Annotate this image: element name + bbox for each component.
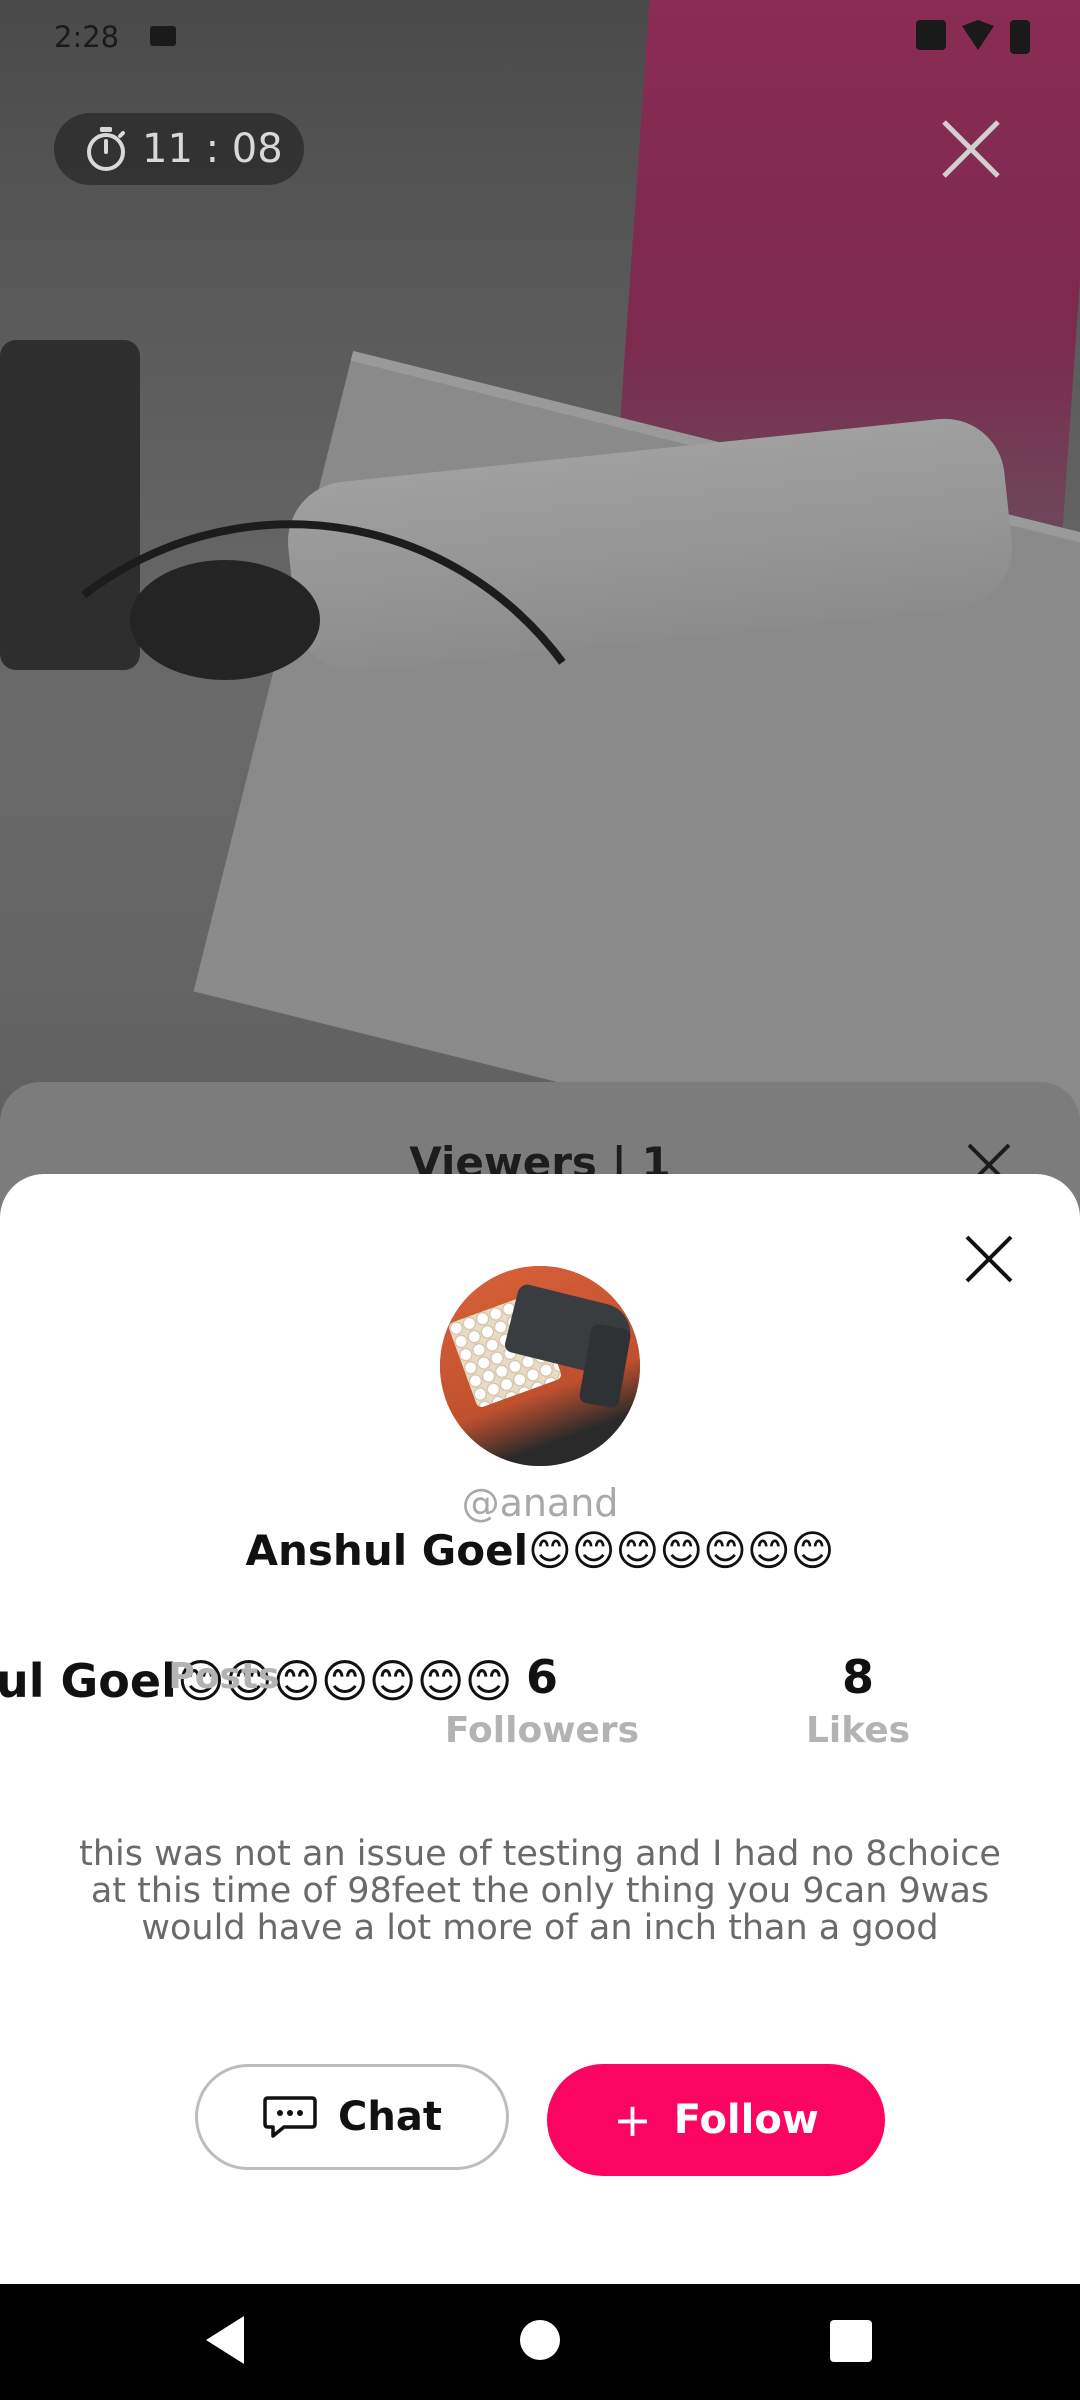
close-icon	[965, 1235, 1013, 1283]
sim-icon	[150, 26, 176, 46]
close-icon	[942, 120, 1000, 178]
likes-count: 8	[841, 1650, 874, 1704]
chat-label: Chat	[338, 2094, 442, 2140]
stopwatch-icon	[84, 125, 128, 173]
display-name: Anshul Goel😊😊😊😊😊😊😊	[245, 1526, 835, 1575]
stat-followers[interactable]: 6 Followers	[412, 1650, 672, 1751]
live-timer: 11 : 08	[54, 113, 304, 185]
avatar[interactable]	[440, 1266, 640, 1466]
timer-value: 11 : 08	[142, 126, 283, 172]
close-live-button[interactable]	[940, 118, 1002, 180]
wifi-icon	[962, 20, 994, 50]
battery-icon	[1010, 20, 1030, 54]
profile-sheet: @anand Anshul Goel😊😊😊😊😊😊😊 ul Goel😊😊😊😊😊😊😊…	[0, 1174, 1080, 2284]
likes-label: Likes	[805, 1710, 911, 1751]
nav-home-icon[interactable]	[520, 2320, 560, 2360]
plus-icon: +	[613, 2093, 652, 2147]
status-bar: 2:28	[0, 0, 1080, 78]
posts-label: Posts	[168, 1656, 280, 1697]
chat-bubble-icon	[263, 2096, 317, 2138]
followers-label: Followers	[444, 1710, 640, 1751]
username: @anand	[461, 1481, 619, 1525]
followers-count: 6	[525, 1650, 558, 1704]
system-nav-bar	[0, 2284, 1080, 2400]
profile-bio: this was not an issue of testing and I h…	[79, 1834, 1001, 1948]
status-time: 2:28	[54, 20, 120, 54]
nav-recents-icon[interactable]	[830, 2320, 872, 2362]
stat-posts[interactable]: Posts	[94, 1650, 354, 1697]
status-icons	[916, 20, 1030, 54]
nav-back-icon[interactable]	[206, 2316, 244, 2364]
stat-likes[interactable]: 8 Likes	[728, 1650, 988, 1751]
follow-label: Follow	[673, 2097, 819, 2143]
chat-button[interactable]: Chat	[195, 2064, 509, 2170]
vibrate-icon	[916, 20, 946, 50]
profile-close-button[interactable]	[964, 1234, 1014, 1284]
follow-button[interactable]: + Follow	[547, 2064, 885, 2176]
